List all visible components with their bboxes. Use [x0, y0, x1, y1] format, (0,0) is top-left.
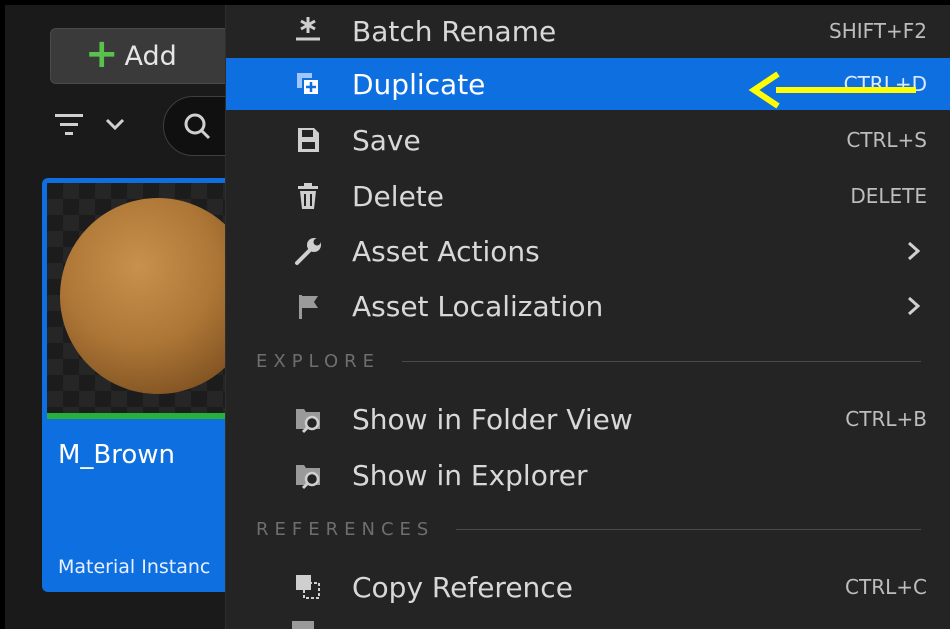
menu-shortcut: DELETE [850, 184, 927, 208]
menu-label: Duplicate [352, 67, 486, 101]
menu-item-delete[interactable]: Delete DELETE [226, 170, 950, 222]
menu-label: Delete [352, 179, 444, 213]
chevron-right-icon [908, 241, 921, 261]
menu-item-asset-actions[interactable]: Asset Actions [226, 225, 950, 277]
menu-item-batch-rename[interactable]: Batch Rename SHIFT+F2 [226, 5, 950, 57]
trash-icon [298, 183, 318, 209]
chevron-right-icon [908, 296, 921, 316]
menu-label: Show in Explorer [352, 458, 588, 492]
menu-item-copy-reference[interactable]: Copy Reference CTRL+C [226, 561, 950, 613]
section-header-explore: EXPLORE [256, 346, 921, 376]
section-divider [456, 528, 921, 530]
menu-shortcut: CTRL+C [845, 575, 927, 599]
menu-label: Show in Folder View [352, 402, 633, 436]
menu-item-save[interactable]: Save CTRL+S [226, 114, 950, 166]
menu-label: Batch Rename [352, 14, 557, 48]
duplicate-icon [297, 73, 320, 96]
menu-item-asset-localization[interactable]: Asset Localization [226, 280, 950, 332]
menu-label: Save [352, 123, 421, 157]
menu-shortcut: SHIFT+F2 [829, 19, 927, 43]
context-menu: Batch Rename SHIFT+F2 Duplicate CTRL+D S… [225, 5, 950, 629]
content-browser-frame: + Add M_Brown Material Instanc Batch Ren… [5, 5, 950, 629]
filter-icon[interactable] [55, 106, 135, 146]
section-label: EXPLORE [256, 350, 380, 372]
annotation-arrow-icon [748, 71, 916, 109]
menu-label: Copy Reference [352, 570, 573, 604]
asset-tile[interactable]: M_Brown Material Instanc [42, 178, 242, 592]
menu-shortcut: CTRL+B [845, 407, 927, 431]
chevron-down-icon [105, 118, 125, 131]
batch-rename-icon [296, 17, 320, 41]
menu-item-show-in-folder-view[interactable]: Show in Folder View CTRL+B [226, 393, 950, 445]
menu-label: Asset Actions [352, 234, 540, 268]
add-button[interactable]: + Add [50, 28, 230, 84]
asset-type: Material Instanc [58, 556, 211, 578]
copy-reference-icon [296, 575, 320, 599]
section-divider [402, 360, 921, 362]
flag-icon [299, 295, 318, 319]
folder-search-icon [296, 409, 320, 434]
plus-icon: + [85, 31, 119, 77]
add-button-label: Add [124, 40, 177, 72]
section-header-references: REFERENCES [256, 514, 921, 544]
section-label: REFERENCES [256, 518, 435, 540]
save-icon [298, 128, 319, 152]
menu-item-show-in-explorer[interactable]: Show in Explorer [226, 449, 950, 501]
asset-type-color-bar [47, 413, 237, 419]
asset-thumbnail [47, 183, 237, 413]
search-icon [184, 113, 211, 140]
asset-name: M_Brown [58, 440, 176, 470]
wrench-icon [295, 238, 321, 265]
folder-search-icon [296, 465, 320, 490]
menu-shortcut: CTRL+S [846, 128, 927, 152]
menu-label: Asset Localization [352, 289, 604, 323]
next-item-icon-partial [292, 621, 314, 629]
material-sphere-preview [60, 198, 237, 394]
